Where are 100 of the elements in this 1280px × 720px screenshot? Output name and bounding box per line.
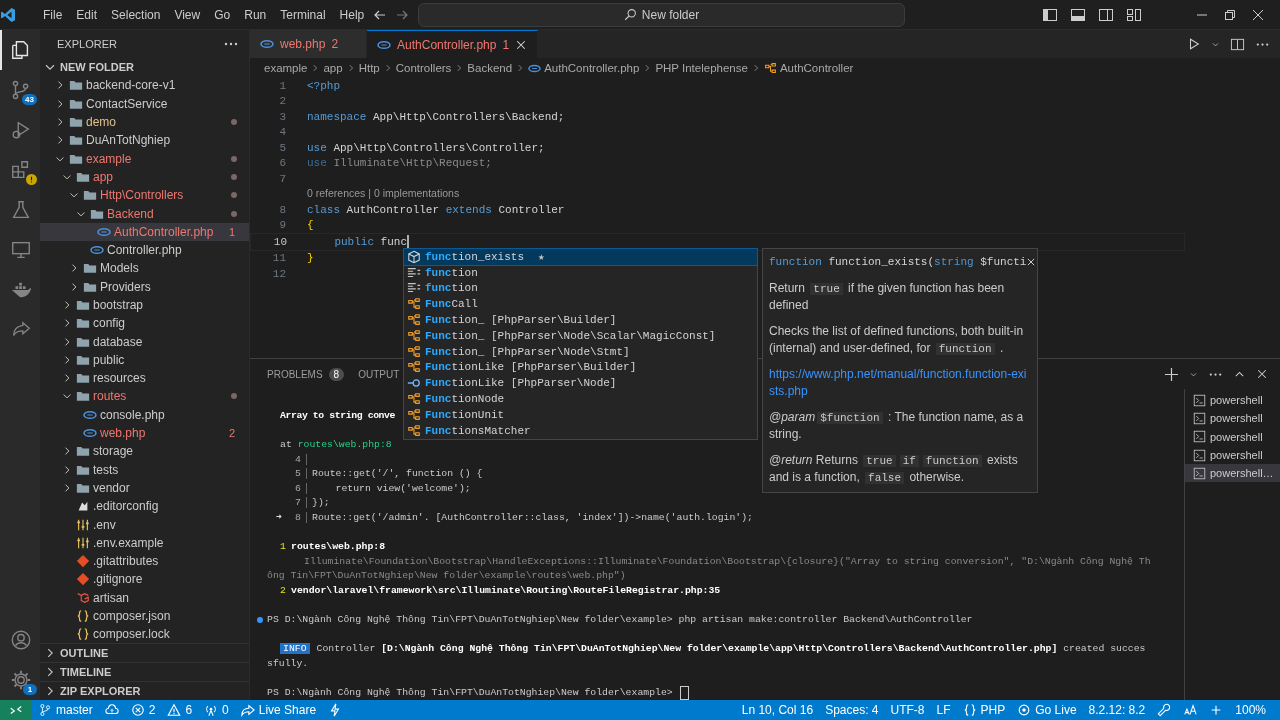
status-item[interactable]: UTF-8: [884, 700, 931, 720]
menu-item[interactable]: View: [167, 4, 208, 25]
codelens-text[interactable]: 0 references | 0 implementations: [250, 186, 1280, 202]
tree-item[interactable]: vendor: [40, 478, 249, 498]
wrench-icon[interactable]: [1157, 703, 1172, 717]
tree-item[interactable]: composer.lock: [40, 625, 249, 643]
account-icon[interactable]: [10, 629, 32, 651]
tree-item[interactable]: console.php: [40, 405, 249, 424]
menu-item[interactable]: Run: [237, 4, 274, 25]
suggestion-item[interactable]: FunctionUnit: [404, 406, 757, 423]
breadcrumb-item[interactable]: example: [264, 62, 308, 74]
breadcrumb-item[interactable]: app: [323, 62, 343, 74]
breadcrumb-item[interactable]: Controllers: [395, 62, 452, 74]
close-icon[interactable]: [1026, 257, 1037, 267]
tree-item[interactable]: Http\Controllers: [40, 186, 249, 205]
status-item[interactable]: PHP: [956, 700, 1012, 720]
panel-tab[interactable]: OUTPUT: [358, 368, 400, 380]
tree-item[interactable]: web.php 2: [40, 423, 249, 443]
sidebar-layout-icon[interactable]: [1042, 6, 1058, 23]
tree-item[interactable]: AuthController.php 1: [40, 222, 249, 241]
remote-icon[interactable]: [9, 703, 23, 717]
customize-layout-icon[interactable]: [1126, 6, 1142, 23]
status-item[interactable]: 6: [161, 700, 199, 720]
suggestion-item[interactable]: function: [404, 280, 757, 297]
status-item[interactable]: Ln 10, Col 16: [735, 700, 820, 720]
tree-item[interactable]: Providers: [40, 277, 249, 296]
run-icon[interactable]: [1187, 37, 1201, 51]
file-link[interactable]: routes\web.php:8: [297, 439, 392, 450]
tree-item[interactable]: .env: [40, 515, 249, 534]
documentation-link[interactable]: https://www.php.net/manual/function.function-exists.php: [769, 366, 1031, 400]
status-item[interactable]: 100%: [1229, 700, 1272, 720]
suggestion-item[interactable]: function_exists ★: [404, 249, 757, 265]
suggestion-item[interactable]: function: [404, 264, 757, 281]
editor-tab[interactable]: AuthController.php 1: [367, 30, 539, 58]
status-item[interactable]: Live Share: [234, 700, 323, 720]
breadcrumb-item[interactable]: PHP Intelephense: [655, 62, 748, 74]
suggestion-item[interactable]: FunctionNode: [404, 391, 757, 407]
menu-item[interactable]: Terminal: [273, 4, 333, 25]
tree-item[interactable]: DuAnTotNghiep: [40, 131, 249, 150]
tree-item[interactable]: resources: [40, 369, 249, 388]
breadcrumb-item[interactable]: AuthController: [779, 62, 854, 74]
suggestion-item[interactable]: FunctionsMatcher: [404, 422, 757, 439]
tree-item[interactable]: Backend: [40, 204, 249, 223]
section-header[interactable]: OUTLINE: [40, 643, 249, 662]
tree-item[interactable]: .gitattributes: [40, 552, 249, 571]
section-header[interactable]: TIMELINE: [40, 662, 249, 681]
folder-header[interactable]: NEW FOLDER: [40, 58, 249, 77]
tree-item[interactable]: backend-core-v1: [40, 76, 249, 95]
tree-item[interactable]: artisan: [40, 588, 249, 607]
tree-item[interactable]: composer.json: [40, 606, 249, 626]
cloud-sync-icon[interactable]: [104, 703, 119, 717]
shell-session-item[interactable]: powershell: [1185, 409, 1280, 428]
status-item[interactable]: 0: [198, 700, 235, 720]
editor-tab[interactable]: web.php 2: [250, 30, 368, 58]
shell-session-item[interactable]: powershell: [1185, 445, 1280, 465]
run-debug-icon[interactable]: [10, 119, 32, 141]
status-item[interactable]: 8.2.12: 8.2: [1082, 700, 1152, 720]
shell-session-item[interactable]: powershell: [1185, 391, 1280, 410]
split-editor-icon[interactable]: [1230, 36, 1245, 52]
tree-item[interactable]: public: [40, 350, 249, 370]
breadcrumb-item[interactable]: AuthController.php: [544, 62, 640, 74]
vscode-logo[interactable]: [0, 6, 16, 23]
font-size-icon[interactable]: [1183, 703, 1198, 717]
menu-item[interactable]: Selection: [104, 4, 168, 25]
tree-item[interactable]: Models: [40, 259, 249, 278]
suggestion-item[interactable]: Function_ [PhpParser\Node\Scalar\MagicConst]: [404, 328, 757, 344]
flask-icon[interactable]: [10, 199, 32, 221]
status-item[interactable]: 2: [124, 700, 162, 720]
suggestion-item[interactable]: FunctionLike [PhpParser\Builder]: [404, 359, 757, 376]
status-item[interactable]: LF: [930, 700, 957, 720]
panel-tab[interactable]: PROBLEMS 8: [267, 367, 345, 381]
tree-item[interactable]: tests: [40, 460, 249, 479]
panel-layout-icon[interactable]: [1070, 6, 1086, 23]
suggestion-item[interactable]: Function_ [PhpParser\Builder]: [404, 312, 757, 328]
menu-item[interactable]: File: [36, 4, 70, 25]
breadcrumb-item[interactable]: Backend: [467, 62, 513, 74]
status-item[interactable]: Spaces: 4: [819, 700, 885, 720]
menu-item[interactable]: Go: [207, 4, 238, 25]
suggestion-item[interactable]: Function_ [PhpParser\Node\Stmt]: [404, 343, 757, 360]
tree-item[interactable]: storage: [40, 442, 249, 461]
shell-session-item[interactable]: powershell: [1185, 427, 1280, 446]
menu-item[interactable]: Edit: [69, 4, 105, 25]
tree-item[interactable]: .gitignore: [40, 570, 249, 589]
tree-item[interactable]: routes: [40, 387, 249, 406]
status-item[interactable]: master: [32, 700, 99, 720]
tree-item[interactable]: config: [40, 314, 249, 333]
command-center[interactable]: New folder: [418, 2, 905, 27]
tree-item[interactable]: database: [40, 332, 249, 351]
split-layout-icon[interactable]: [1098, 6, 1114, 23]
close-icon[interactable]: [1256, 368, 1268, 380]
close-icon[interactable]: [515, 38, 528, 51]
tree-item[interactable]: ContactService: [40, 94, 249, 113]
status-item[interactable]: Go Live: [1011, 700, 1083, 720]
menu-item[interactable]: Help: [332, 4, 372, 25]
tree-item[interactable]: demo: [40, 112, 249, 132]
tree-item[interactable]: app: [40, 167, 249, 187]
suggestion-item[interactable]: FunctionLike [PhpParser\Node]: [404, 375, 757, 392]
tree-item[interactable]: example: [40, 149, 249, 168]
suggestion-item[interactable]: FuncCall: [404, 296, 757, 313]
plus-icon[interactable]: [1164, 366, 1179, 382]
